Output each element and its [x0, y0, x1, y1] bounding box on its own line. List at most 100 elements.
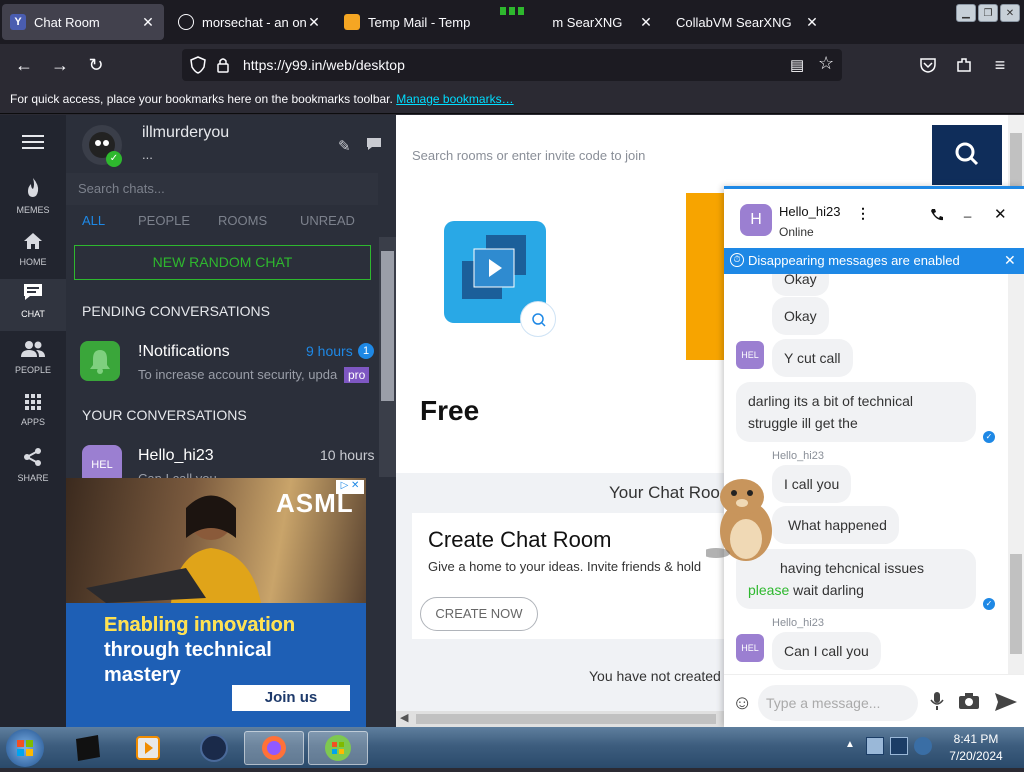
sender-avatar: HEL [736, 341, 764, 369]
media-player-icon[interactable] [118, 731, 178, 765]
new-random-chat-button[interactable]: NEW RANDOM CHAT [74, 245, 371, 280]
rail-memes[interactable]: MEMES [0, 175, 66, 225]
conversation-name: !Notifications [138, 343, 230, 360]
close-chat-icon[interactable]: ✕ [994, 205, 1007, 223]
profile-username: illmurderyou [142, 124, 230, 141]
close-tab-icon[interactable]: ✕ [804, 14, 820, 31]
restore-window-icon[interactable]: ❐ [978, 4, 998, 22]
ad-banner: Enabling innovation through technical ma… [66, 603, 366, 728]
close-window-icon[interactable]: ✕ [1000, 4, 1020, 22]
send-icon[interactable] [994, 691, 1018, 718]
hamburger-menu-icon[interactable] [22, 133, 44, 156]
scrollbar-thumb[interactable] [416, 714, 716, 724]
url-bar[interactable]: https://y99.in/web/desktop ▤ ☆ [182, 49, 842, 81]
search-chats-input[interactable]: Search chats... [66, 173, 378, 205]
extensions-icon[interactable] [952, 53, 976, 77]
message-input[interactable]: Type a message... [758, 685, 918, 721]
room-search-input[interactable]: Search rooms or enter invite code to joi… [412, 148, 645, 163]
profile-status: ... [142, 147, 153, 162]
more-options-icon[interactable]: ⋮ [856, 205, 870, 222]
message-sender: Hello_hi23 [772, 617, 824, 629]
filter-all[interactable]: ALL [82, 213, 105, 228]
camera-icon[interactable] [958, 691, 980, 716]
message-icon[interactable] [366, 137, 382, 156]
tray-arrow-icon[interactable]: ▲ [842, 739, 858, 755]
chat-window: H Hello_hi23 Online ⋮ _ ✕ ⏱ Disappearing… [702, 186, 1024, 730]
shield-icon[interactable] [190, 56, 206, 79]
horizontal-scrollbar[interactable]: ◀ [396, 711, 726, 727]
globe-icon [178, 14, 194, 30]
tray-volume-icon[interactable] [914, 737, 932, 755]
people-icon [0, 339, 66, 365]
reader-view-icon[interactable]: ▤ [790, 56, 804, 74]
tab-chat-room[interactable]: Y Chat Room ✕ [2, 4, 164, 40]
emoji-icon[interactable]: ☺ [732, 692, 752, 715]
windows-app-icon[interactable] [308, 731, 368, 765]
ad-cta-button[interactable]: Join us [232, 685, 350, 711]
rail-share[interactable]: SHARE [0, 445, 66, 495]
message-bubble: Can I call you [772, 632, 881, 670]
tray-display-icon[interactable] [890, 737, 908, 755]
close-banner-icon[interactable]: ✕ [1004, 252, 1016, 269]
filter-unread[interactable]: UNREAD [300, 213, 355, 228]
filter-people[interactable]: PEOPLE [138, 213, 190, 228]
close-tab-icon[interactable]: ✕ [638, 14, 654, 31]
tab-label: CollabVM SearXNG [676, 14, 792, 30]
rail-chat[interactable]: CHAT [0, 279, 66, 331]
online-check-icon: ✓ [106, 151, 122, 167]
rail-apps[interactable]: APPS [0, 391, 66, 441]
globe-app-icon[interactable] [184, 731, 244, 765]
tray-network-icon[interactable] [866, 737, 884, 755]
chat-list-scrollbar[interactable] [379, 237, 396, 477]
message-sender: Hello_hi23 [772, 450, 824, 462]
scroll-left-icon[interactable]: ◀ [400, 711, 408, 724]
close-tab-icon[interactable]: ✕ [140, 14, 156, 31]
contact-status: Online [779, 225, 814, 239]
create-now-button[interactable]: CREATE NOW [420, 597, 538, 631]
create-room-desc: Give a home to your ideas. Invite friend… [428, 559, 702, 574]
create-room-title: Create Chat Room [428, 527, 612, 552]
tab-collabvm[interactable]: CollabVM SearXNG ✕ [668, 4, 828, 40]
manage-bookmarks-link[interactable]: Manage bookmarks… [396, 92, 513, 106]
contact-name[interactable]: Hello_hi23 [779, 204, 840, 219]
advertisement[interactable]: ASML ▷ ✕ Enabling innovation through tec… [66, 478, 366, 728]
avatar[interactable]: ✓ [82, 125, 122, 167]
rail-home[interactable]: HOME [0, 229, 66, 279]
lock-icon[interactable] [216, 56, 230, 79]
start-button[interactable] [6, 729, 44, 767]
reload-icon[interactable]: ↻ [84, 53, 108, 77]
message-scrollbar[interactable] [1008, 274, 1024, 674]
conversation-time: 10 hours [320, 447, 375, 463]
pocket-icon[interactable] [916, 53, 940, 77]
minimize-window-icon[interactable]: ▁ [956, 4, 976, 22]
search-button[interactable] [932, 125, 1002, 185]
scrollbar-thumb[interactable] [381, 251, 394, 401]
scrollbar-thumb[interactable] [1010, 554, 1022, 654]
empty-rooms-text: You have not created [589, 668, 721, 684]
phone-icon[interactable] [930, 208, 944, 227]
conversation-name: Hello_hi23 [138, 447, 214, 464]
tray-time[interactable]: 8:41 PM [944, 732, 1008, 746]
forward-icon[interactable]: → [48, 53, 72, 77]
list-item[interactable]: !Notifications 9 hours 1 To increase acc… [66, 333, 378, 391]
edit-pencil-icon[interactable]: ✎ [338, 137, 351, 155]
message-bubble: darling its a bit of technical struggle … [736, 382, 976, 442]
tray-date[interactable]: 7/20/2024 [944, 749, 1008, 763]
rail-people[interactable]: PEOPLE [0, 337, 66, 387]
ad-choices-icon[interactable]: ▷ ✕ [336, 480, 364, 494]
your-chat-rooms-title: Your Chat Roo [609, 483, 720, 502]
chat-icon [0, 281, 66, 309]
close-tab-icon[interactable]: ✕ [306, 14, 322, 31]
menu-icon[interactable]: ≡ [988, 53, 1012, 77]
promo-image [686, 193, 726, 360]
unread-badge: 1 [358, 343, 374, 359]
back-icon[interactable]: ← [12, 53, 36, 77]
taskbar-app-icon[interactable] [58, 731, 118, 765]
microphone-icon[interactable] [930, 691, 944, 716]
firefox-taskbar-icon[interactable] [244, 731, 304, 765]
filter-rooms[interactable]: ROOMS [218, 213, 267, 228]
contact-avatar[interactable]: H [740, 204, 772, 236]
bookmark-star-icon[interactable]: ☆ [818, 53, 834, 74]
minimize-chat-icon[interactable]: _ [964, 203, 971, 218]
tab-morsechat[interactable]: morsechat - an onlin ✕ [170, 4, 330, 40]
